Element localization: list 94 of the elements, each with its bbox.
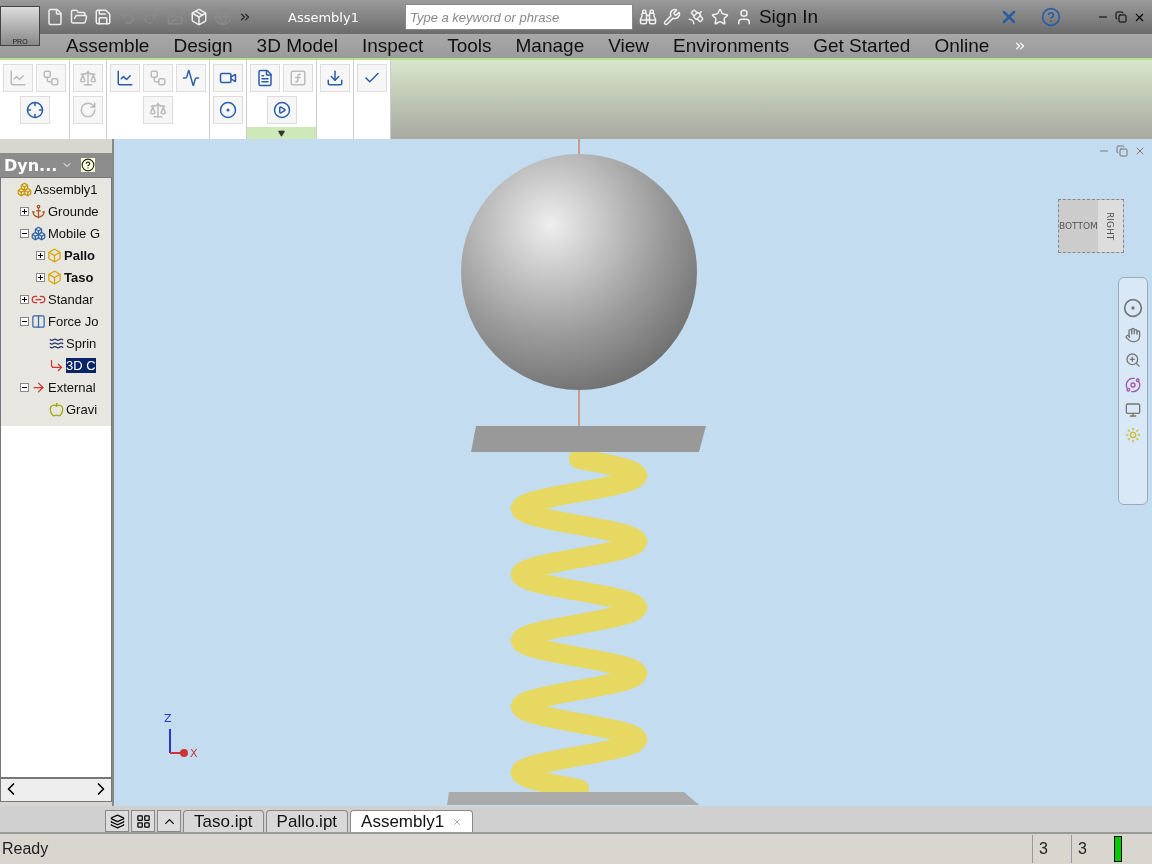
wave-icon (182, 69, 200, 87)
expand-toggle[interactable] (20, 228, 29, 238)
ribbon-tab[interactable]: Inspect (361, 35, 424, 57)
balance-icon (79, 69, 97, 87)
cube-face-label[interactable]: BOTTOM (1059, 200, 1098, 252)
tree-item[interactable]: Mobile G (48, 225, 101, 241)
expand-toggle[interactable] (20, 206, 29, 216)
close-tab-icon[interactable] (452, 816, 463, 827)
status-count: 3 (1071, 835, 1110, 863)
cascade-button[interactable] (105, 810, 129, 832)
ribbon-tab[interactable]: Manage (515, 35, 585, 57)
part-icon (47, 269, 62, 285)
tree-item[interactable]: Standar (48, 291, 94, 307)
binoculars-icon[interactable] (638, 8, 657, 26)
ribbon-tab[interactable]: Design (173, 35, 233, 57)
ribbon-tab[interactable]: View (608, 35, 650, 57)
check-button[interactable] (357, 64, 387, 92)
chart-icon (9, 69, 27, 87)
horizontal-scrollbar[interactable] (0, 778, 112, 802)
rotate-icon (79, 101, 97, 119)
ribbon-tab[interactable]: Online (934, 35, 990, 57)
tree-item[interactable]: Taso (64, 269, 94, 285)
satellite-icon[interactable] (686, 8, 705, 26)
orbit-icon[interactable] (1125, 377, 1141, 393)
x-axis-label: X (190, 747, 198, 760)
expand-toggle[interactable] (36, 272, 45, 282)
assembly-icon (17, 181, 32, 197)
part-icon (47, 247, 62, 263)
close-icon[interactable] (1134, 145, 1146, 157)
chart-icon (116, 69, 134, 87)
tree-item[interactable]: Pallo (64, 247, 96, 263)
panel-expander[interactable] (247, 127, 316, 139)
document-title: Assembly1 (288, 9, 359, 25)
ribbon-tab[interactable]: Environments (673, 35, 790, 57)
tree-item[interactable]: Sprin (66, 335, 97, 351)
play-button[interactable] (266, 96, 297, 124)
expand-toggle[interactable] (36, 250, 45, 260)
zoom-icon[interactable] (1125, 352, 1141, 368)
balance-icon (149, 101, 167, 119)
tree-item[interactable]: Gravi (66, 401, 98, 417)
move-icon (149, 69, 167, 87)
view-cube[interactable]: BOTTOM RIGHT (1058, 199, 1124, 253)
tree-item[interactable]: External (48, 379, 96, 395)
open-icon[interactable] (70, 8, 88, 26)
function-icon (289, 69, 307, 87)
doc-button[interactable] (250, 64, 280, 92)
wave-button[interactable] (176, 64, 206, 92)
caret-icon (278, 129, 285, 137)
search-field[interactable]: Type a keyword or phrase (404, 4, 633, 30)
export-button[interactable] (320, 64, 350, 92)
help-icon[interactable] (81, 158, 96, 172)
play-icon (272, 101, 291, 119)
axis-triad-drawing (169, 728, 188, 757)
z-axis-label: Z (164, 712, 172, 725)
restore-icon[interactable] (1116, 145, 1128, 157)
document-tab[interactable]: Assembly1 (350, 810, 474, 832)
gravity-icon (49, 401, 64, 417)
camera-button[interactable] (213, 64, 243, 92)
tree-item[interactable]: Assembly1 (34, 181, 98, 197)
star-icon[interactable] (710, 8, 729, 26)
chart-button[interactable] (110, 64, 140, 92)
cascade-icon (109, 813, 125, 829)
ribbon-tab[interactable]: Assemble (66, 35, 150, 57)
document-tab[interactable]: Pallo.ipt (265, 810, 349, 832)
status-message: Ready (1, 840, 50, 858)
restore-icon[interactable] (1115, 11, 1127, 23)
ball-icon (219, 101, 237, 119)
ribbon-tab[interactable]: 3D Model (256, 35, 338, 57)
tile-button[interactable] (131, 810, 155, 832)
expand-toggle[interactable] (20, 382, 29, 392)
document-tab[interactable]: Taso.ipt (183, 810, 264, 832)
ball-button[interactable] (213, 96, 243, 124)
memory-meter (1114, 836, 1122, 862)
save-icon[interactable] (94, 8, 112, 26)
sign-in-link[interactable]: Sign In (758, 6, 819, 28)
status-count: 3 (1032, 835, 1071, 863)
new-icon[interactable] (46, 8, 64, 26)
expand-toggle[interactable] (20, 294, 29, 304)
ribbon-tab[interactable]: Tools (447, 35, 492, 57)
3d-viewport[interactable]: Z X BOTTOM RIGHT (114, 139, 1152, 806)
doc-icon (256, 69, 274, 87)
move-icon (42, 69, 60, 87)
tree-item[interactable]: Force Jo (48, 313, 99, 329)
tree-item[interactable]: Grounde (48, 203, 99, 219)
export-icon (326, 69, 344, 87)
expand-toggle[interactable] (20, 316, 29, 326)
grid-icon (135, 813, 151, 829)
cube-face-label[interactable]: RIGHT (1097, 200, 1123, 252)
grounded-icon (31, 203, 46, 219)
ribbon-tab[interactable]: Get Started (813, 35, 911, 57)
pan-icon[interactable] (1125, 327, 1141, 343)
wrench-icon[interactable] (662, 8, 681, 26)
tree-item[interactable]: 3D C (66, 357, 96, 373)
more-icon[interactable] (238, 10, 252, 24)
